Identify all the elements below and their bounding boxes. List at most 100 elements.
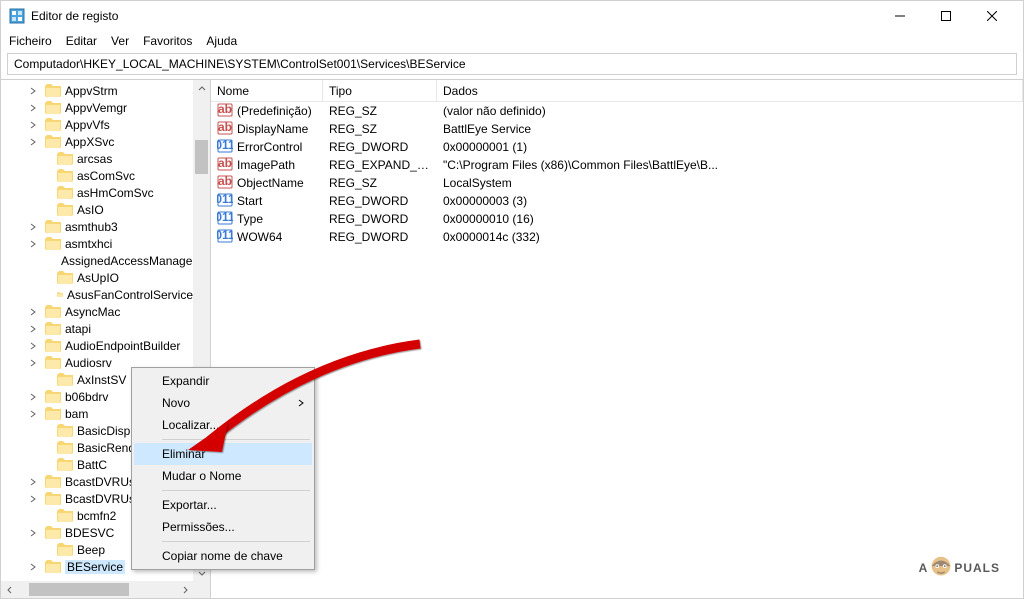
context-menu-item[interactable]: Expandir (134, 370, 312, 392)
tree-item[interactable]: AppvVemgr (1, 99, 193, 116)
tree-item[interactable]: AppvStrm (1, 82, 193, 99)
expand-chevron-icon[interactable] (27, 223, 39, 231)
expand-chevron-icon[interactable] (27, 121, 39, 129)
tree-item[interactable]: asmthub3 (1, 218, 193, 235)
scroll-left-button[interactable] (1, 581, 18, 598)
tree-item[interactable]: AsyncMac (1, 303, 193, 320)
column-header-name[interactable]: Nome (211, 80, 323, 101)
tree-horizontal-scrollbar[interactable] (1, 581, 193, 598)
context-menu-item[interactable]: Eliminar (134, 443, 312, 465)
context-menu-label: Mudar o Nome (162, 469, 241, 483)
value-icon: 011 (217, 210, 237, 229)
value-name: (Predefinição) (237, 104, 312, 118)
tree-item[interactable]: AudioEndpointBuilder (1, 337, 193, 354)
context-menu-label: Expandir (162, 374, 209, 388)
svg-text:011: 011 (217, 210, 233, 224)
value-row[interactable]: 011ErrorControlREG_DWORD0x00000001 (1) (211, 138, 1023, 156)
value-row[interactable]: abDisplayNameREG_SZBattlEye Service (211, 120, 1023, 138)
expand-chevron-icon[interactable] (27, 410, 39, 418)
scroll-up-button[interactable] (193, 80, 210, 97)
expand-chevron-icon[interactable] (27, 240, 39, 248)
expand-chevron-icon[interactable] (27, 563, 39, 571)
value-row[interactable]: 011TypeREG_DWORD0x00000010 (16) (211, 210, 1023, 228)
context-menu-item[interactable]: Localizar... (134, 414, 312, 436)
expand-chevron-icon[interactable] (27, 393, 39, 401)
menu-editar[interactable]: Editar (66, 34, 97, 48)
value-icon: 011 (217, 192, 237, 211)
value-name: WOW64 (237, 230, 282, 244)
tree-item-label: arcsas (77, 152, 112, 166)
values-header: Nome Tipo Dados (211, 80, 1023, 102)
context-menu-item[interactable]: Copiar nome de chave (134, 545, 312, 567)
tree-item-label: AppvVemgr (65, 101, 127, 115)
tree-item[interactable]: asHmComSvc (1, 184, 193, 201)
menubar: Ficheiro Editar Ver Favoritos Ajuda (1, 31, 1023, 51)
svg-text:ab: ab (218, 120, 232, 134)
minimize-button[interactable] (877, 1, 923, 31)
context-menu-label: Copiar nome de chave (162, 549, 283, 563)
value-row[interactable]: 011StartREG_DWORD0x00000003 (3) (211, 192, 1023, 210)
tree-item[interactable]: AsusFanControlService (1, 286, 193, 303)
values-list[interactable]: ab(Predefinição)REG_SZ(valor não definid… (211, 102, 1023, 246)
context-menu-item[interactable]: Permissões... (134, 516, 312, 538)
tree-item-label: AppvVfs (65, 118, 110, 132)
tree-item-label: Beep (77, 543, 105, 557)
expand-chevron-icon[interactable] (27, 495, 39, 503)
tree-item[interactable]: AppvVfs (1, 116, 193, 133)
svg-text:ab: ab (218, 102, 232, 116)
tree-item-label: AssignedAccessManagerSvc (61, 254, 193, 268)
context-menu-label: Novo (162, 396, 190, 410)
tree-item[interactable]: asmtxhci (1, 235, 193, 252)
expand-chevron-icon[interactable] (27, 87, 39, 95)
tree-item[interactable]: asComSvc (1, 167, 193, 184)
maximize-button[interactable] (923, 1, 969, 31)
tree-item[interactable]: AppXSvc (1, 133, 193, 150)
tree-item[interactable]: AssignedAccessManagerSvc (1, 252, 193, 269)
expand-chevron-icon[interactable] (27, 104, 39, 112)
svg-text:011: 011 (217, 228, 233, 242)
value-row[interactable]: 011WOW64REG_DWORD0x0000014c (332) (211, 228, 1023, 246)
context-menu-item[interactable]: Novo (134, 392, 312, 414)
scroll-right-button[interactable] (176, 581, 193, 598)
menu-favoritos[interactable]: Favoritos (143, 34, 192, 48)
value-row[interactable]: ab(Predefinição)REG_SZ(valor não definid… (211, 102, 1023, 120)
tree-item[interactable]: arcsas (1, 150, 193, 167)
tree-item[interactable]: atapi (1, 320, 193, 337)
expand-chevron-icon[interactable] (27, 138, 39, 146)
scroll-thumb[interactable] (195, 140, 208, 174)
address-bar[interactable]: Computador\HKEY_LOCAL_MACHINE\SYSTEM\Con… (7, 53, 1017, 75)
column-header-data[interactable]: Dados (437, 80, 1023, 101)
scrollbar-corner (193, 581, 210, 598)
context-menu-item[interactable]: Mudar o Nome (134, 465, 312, 487)
expand-chevron-icon[interactable] (27, 342, 39, 350)
tree-item-label: asHmComSvc (77, 186, 154, 200)
context-menu-item[interactable]: Exportar... (134, 494, 312, 516)
scroll-thumb-h[interactable] (29, 583, 129, 596)
tree-item-label: AppvStrm (65, 84, 118, 98)
tree-item-label: bcmfn2 (77, 509, 116, 523)
svg-text:011: 011 (217, 138, 233, 152)
menu-ficheiro[interactable]: Ficheiro (9, 34, 52, 48)
close-button[interactable] (969, 1, 1015, 31)
value-data: "C:\Program Files (x86)\Common Files\Bat… (437, 158, 1023, 172)
value-row[interactable]: abImagePathREG_EXPAND_SZ"C:\Program File… (211, 156, 1023, 174)
svg-text:ab: ab (218, 174, 232, 188)
expand-chevron-icon[interactable] (27, 308, 39, 316)
context-menu-separator (162, 490, 310, 491)
expand-chevron-icon[interactable] (27, 325, 39, 333)
close-icon (987, 11, 997, 21)
column-header-type[interactable]: Tipo (323, 80, 437, 101)
chevron-left-icon (6, 586, 14, 594)
minimize-icon (895, 11, 905, 21)
expand-chevron-icon[interactable] (27, 478, 39, 486)
expand-chevron-icon[interactable] (27, 529, 39, 537)
value-type: REG_SZ (323, 104, 437, 118)
tree-item[interactable]: AsUpIO (1, 269, 193, 286)
menu-ajuda[interactable]: Ajuda (206, 34, 237, 48)
titlebar[interactable]: Editor de registo (1, 1, 1023, 31)
tree-item[interactable]: AsIO (1, 201, 193, 218)
menu-ver[interactable]: Ver (111, 34, 129, 48)
expand-chevron-icon[interactable] (27, 359, 39, 367)
context-menu-separator (162, 439, 310, 440)
value-row[interactable]: abObjectNameREG_SZLocalSystem (211, 174, 1023, 192)
